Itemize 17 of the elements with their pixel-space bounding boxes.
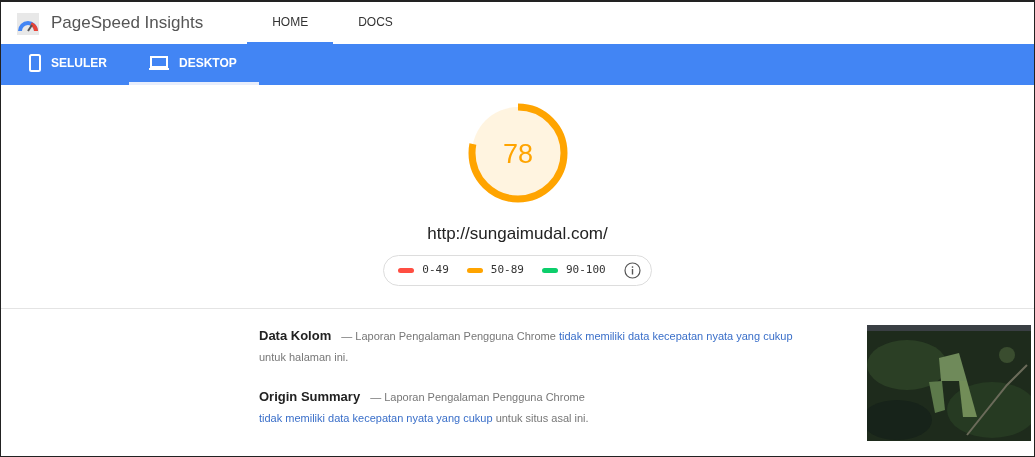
- nav-tab[interactable]: DOCS: [333, 2, 418, 44]
- phone-icon: [29, 54, 41, 72]
- report-link[interactable]: tidak memiliki data kecepatan nyata yang cukup: [558, 330, 793, 342]
- section-description: Data Kolom — Laporan Pengalaman Pengguna Chrome tidak memiliki data kecepatan nyata yang cukup untuk halaman ini.: [259, 327, 794, 365]
- report-link[interactable]: tidak memiliki data kecepatan nyata yang cukup: [259, 412, 493, 424]
- gauge-logo-icon: [17, 12, 39, 35]
- legend-range: 50-89: [490, 261, 524, 278]
- legend-range: 90-100: [565, 261, 606, 278]
- device-tab[interactable]: DESKTOP: [129, 44, 259, 85]
- legend-range: 0-49: [422, 261, 449, 278]
- info-icon[interactable]: [623, 261, 641, 279]
- laptop-icon: [149, 56, 169, 70]
- section-description: Origin Summary — Laporan Pengalaman Pengguna Chrome tidak memiliki data kecepatan nyata yang cukup untuk situs asal ini.: [259, 388, 590, 426]
- page-url: http://sungaimudal.com/: [427, 223, 608, 245]
- score-value: 78: [502, 139, 533, 169]
- device-tab[interactable]: SELULER: [9, 44, 129, 85]
- app-title: PageSpeed Insights: [51, 12, 204, 35]
